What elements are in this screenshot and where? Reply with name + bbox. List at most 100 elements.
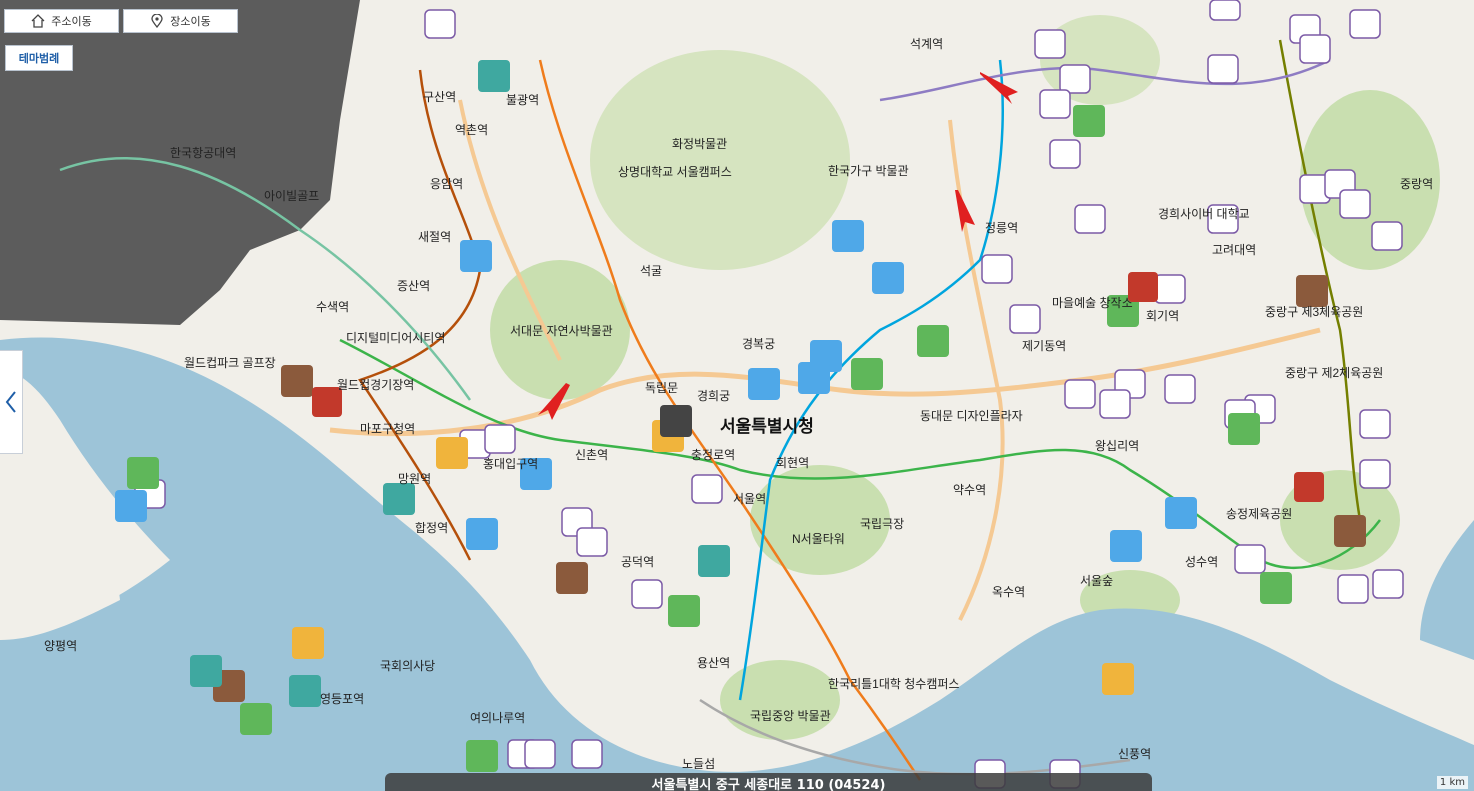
station-label: 충정로역 bbox=[691, 448, 735, 462]
station-label: 약수역 bbox=[953, 482, 986, 497]
lion-marker[interactable] bbox=[281, 365, 313, 397]
facility-marker[interactable] bbox=[190, 655, 222, 687]
district-label: 서대문 자연사박물관 bbox=[510, 324, 613, 338]
youth-housing-marker[interactable] bbox=[1339, 189, 1371, 219]
smiley-marker[interactable] bbox=[460, 240, 492, 272]
station-label: 정릉역 bbox=[985, 221, 1018, 235]
leaf-marker[interactable] bbox=[466, 740, 498, 772]
culture-marker[interactable] bbox=[292, 627, 324, 659]
smiley-marker[interactable] bbox=[1165, 497, 1197, 529]
youth-housing-marker[interactable] bbox=[571, 739, 603, 769]
youth-housing-marker[interactable] bbox=[1209, 0, 1241, 21]
city-map[interactable]: 서울특별시청 석굴 독립문 경희궁 경복궁 N서울타워 서울숲 마을예술 창작소… bbox=[0, 0, 1474, 791]
youth-housing-marker[interactable] bbox=[1064, 379, 1096, 409]
side-panel-toggle[interactable] bbox=[0, 350, 23, 454]
station-label: 새절역 bbox=[418, 230, 451, 244]
smiley-marker[interactable] bbox=[1110, 530, 1142, 562]
leaf-marker[interactable] bbox=[127, 457, 159, 489]
youth-housing-marker[interactable] bbox=[1359, 409, 1391, 439]
youth-space-marker[interactable] bbox=[1294, 472, 1324, 502]
district-label: 한국가구 박물관 bbox=[828, 164, 909, 178]
station-label: 성수역 bbox=[1185, 555, 1218, 569]
leaf-marker[interactable] bbox=[1228, 413, 1260, 445]
youth-housing-marker[interactable] bbox=[1049, 139, 1081, 169]
station-label: 응암역 bbox=[430, 177, 463, 191]
smiley-marker[interactable] bbox=[115, 490, 147, 522]
address-move-button[interactable]: 주소이동 bbox=[4, 9, 119, 33]
youth-housing-marker[interactable] bbox=[1349, 9, 1381, 39]
map-scale: 1 km bbox=[1436, 776, 1468, 789]
station-label: 옥수역 bbox=[992, 585, 1025, 599]
facility-marker[interactable] bbox=[289, 675, 321, 707]
smiley-marker[interactable] bbox=[466, 518, 498, 550]
smiley-marker[interactable] bbox=[798, 362, 830, 394]
leaf-marker[interactable] bbox=[1073, 105, 1105, 137]
station-label: 회현역 bbox=[776, 456, 809, 470]
youth-housing-marker[interactable] bbox=[524, 739, 556, 769]
facility-marker[interactable] bbox=[698, 545, 730, 577]
district-label: 송정제육공원 bbox=[1226, 507, 1292, 521]
facility-marker[interactable] bbox=[478, 60, 510, 92]
leaf-marker[interactable] bbox=[917, 325, 949, 357]
district-label: 중랑구 제2체육공원 bbox=[1285, 366, 1383, 380]
youth-housing-marker[interactable] bbox=[1207, 54, 1239, 84]
district-label: 중랑구 제3체육공원 bbox=[1265, 305, 1363, 319]
youth-housing-marker[interactable] bbox=[1059, 64, 1091, 94]
district-label: 경복궁 bbox=[742, 337, 775, 351]
youth-housing-marker[interactable] bbox=[691, 474, 723, 504]
district-label: 석굴 bbox=[640, 264, 662, 278]
youth-housing-marker[interactable] bbox=[1039, 89, 1071, 119]
smiley-marker[interactable] bbox=[872, 262, 904, 294]
station-label: 합정역 bbox=[415, 521, 448, 535]
youth-housing-marker[interactable] bbox=[1164, 374, 1196, 404]
leaf-marker[interactable] bbox=[668, 595, 700, 627]
leaf-marker[interactable] bbox=[1260, 572, 1292, 604]
youth-housing-marker[interactable] bbox=[1372, 569, 1404, 599]
youth-housing-marker[interactable] bbox=[1034, 29, 1066, 59]
smiley-marker[interactable] bbox=[832, 220, 864, 252]
youth-housing-marker[interactable] bbox=[424, 9, 456, 39]
youth-housing-marker[interactable] bbox=[1009, 304, 1041, 334]
youth-housing-marker[interactable] bbox=[981, 254, 1013, 284]
home-icon bbox=[31, 14, 45, 28]
youth-housing-marker[interactable] bbox=[1234, 544, 1266, 574]
station-label: 홍대입구역 bbox=[483, 457, 538, 471]
station-label: 왕십리역 bbox=[1095, 439, 1139, 453]
theme-legend-button[interactable]: 테마범례 bbox=[5, 45, 73, 71]
youth-housing-marker[interactable] bbox=[1074, 204, 1106, 234]
youth-housing-marker[interactable] bbox=[576, 527, 608, 557]
youth-housing-marker[interactable] bbox=[1359, 459, 1391, 489]
culture-marker[interactable] bbox=[1102, 663, 1134, 695]
district-label: 아이빌골프 bbox=[264, 189, 319, 203]
lion-marker[interactable] bbox=[1296, 275, 1328, 307]
lion-marker[interactable] bbox=[556, 562, 588, 594]
leaf-marker[interactable] bbox=[240, 703, 272, 735]
youth-housing-marker[interactable] bbox=[1337, 574, 1369, 604]
youth-housing-marker[interactable] bbox=[1154, 274, 1186, 304]
station-label: 여의나루역 bbox=[470, 711, 525, 725]
station-label: 구산역 bbox=[423, 90, 456, 104]
district-label: 마을예술 창작소 bbox=[1052, 296, 1133, 310]
city-hall-marker[interactable] bbox=[660, 405, 692, 437]
yongsan-park bbox=[720, 660, 840, 740]
youth-housing-marker[interactable] bbox=[484, 424, 516, 454]
youth-housing-marker[interactable] bbox=[1099, 389, 1131, 419]
district-label: 한국항공대역 bbox=[170, 146, 236, 160]
address-move-label: 주소이동 bbox=[51, 15, 92, 28]
place-move-label: 장소이동 bbox=[170, 15, 211, 28]
station-label: 영등포역 bbox=[320, 692, 364, 706]
smiley-marker[interactable] bbox=[748, 368, 780, 400]
leaf-marker[interactable] bbox=[851, 358, 883, 390]
station-label: 역촌역 bbox=[455, 123, 488, 137]
place-move-button[interactable]: 장소이동 bbox=[123, 9, 238, 33]
station-label: 증산역 bbox=[397, 279, 430, 293]
youth-housing-marker[interactable] bbox=[631, 579, 663, 609]
culture-marker[interactable] bbox=[436, 437, 468, 469]
youth-housing-marker[interactable] bbox=[1371, 221, 1403, 251]
facility-marker[interactable] bbox=[383, 483, 415, 515]
lion-marker[interactable] bbox=[1334, 515, 1366, 547]
station-label: 중랑역 bbox=[1400, 177, 1433, 191]
youth-housing-marker[interactable] bbox=[1299, 34, 1331, 64]
district-label: 국회의사당 bbox=[380, 659, 435, 673]
district-label: 노들섬 bbox=[682, 757, 715, 771]
